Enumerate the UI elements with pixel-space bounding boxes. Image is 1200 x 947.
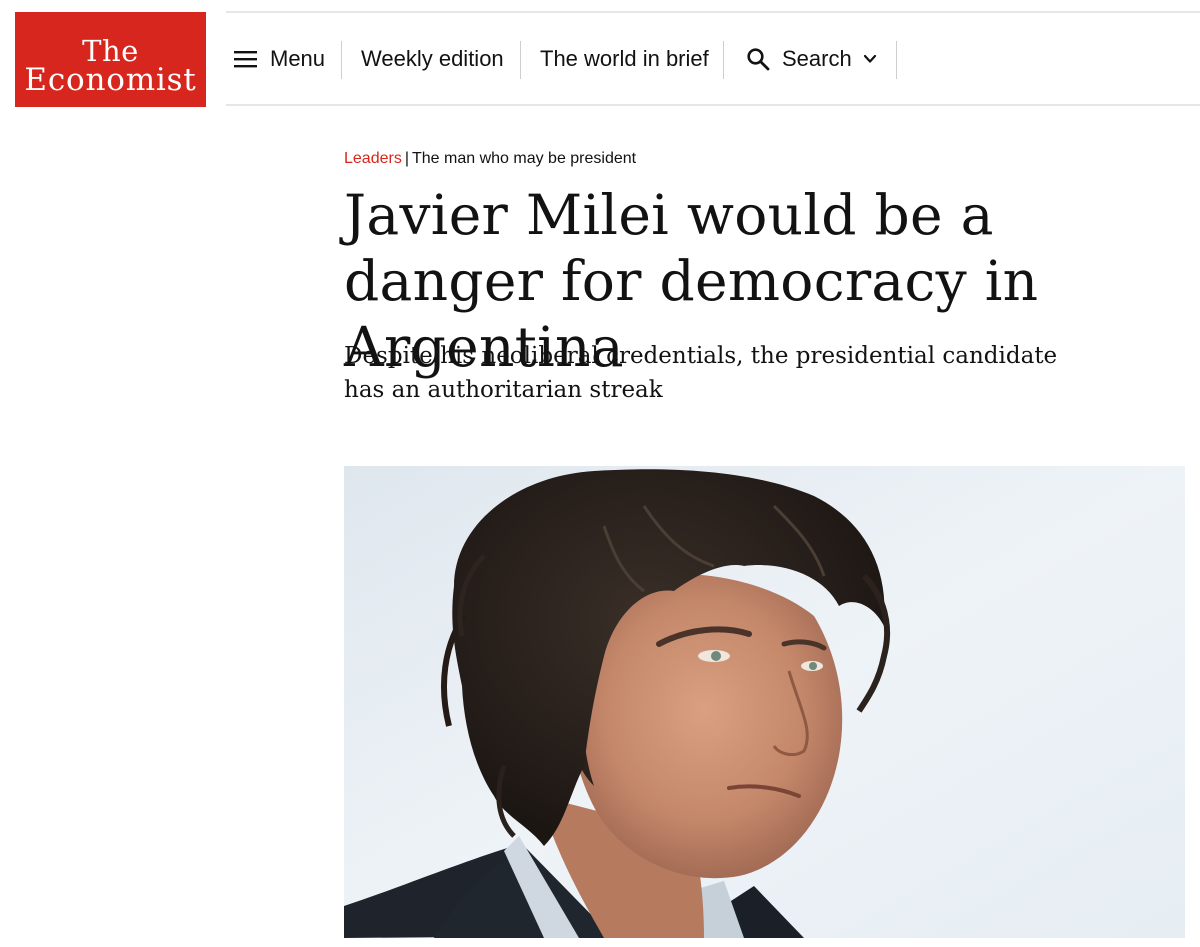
world-in-brief-link[interactable]: The world in brief xyxy=(540,13,709,104)
nav-divider xyxy=(723,41,724,79)
search-icon xyxy=(747,47,770,70)
chevron-down-icon xyxy=(863,54,876,63)
rubric-separator: | xyxy=(404,150,409,167)
article-rubric: Leaders | The man who may be president xyxy=(344,149,636,169)
nav-divider xyxy=(520,41,521,79)
article-standfirst: Despite his neoliberal credentials, the … xyxy=(344,343,1058,403)
top-navigation: Menu Weekly edition The world in brief S… xyxy=(226,11,1200,106)
nav-divider xyxy=(896,41,897,79)
nav-divider xyxy=(341,41,342,79)
economist-logo[interactable]: The Economist xyxy=(15,12,206,107)
weekly-edition-label: Weekly edition xyxy=(361,45,504,71)
search-button[interactable]: Search xyxy=(746,13,878,104)
hamburger-icon xyxy=(234,50,257,67)
portrait-photo xyxy=(344,466,1185,938)
menu-label: Menu xyxy=(270,45,326,71)
article-lead-photo xyxy=(344,466,1185,938)
fly-title: The man who may be president xyxy=(411,150,637,167)
search-label: Search xyxy=(782,45,852,71)
weekly-edition-link[interactable]: Weekly edition xyxy=(361,13,504,104)
logo-line-economist: Economist xyxy=(24,62,197,98)
menu-button[interactable]: Menu xyxy=(234,13,325,104)
world-in-brief-label: The world in brief xyxy=(540,45,709,71)
section-link[interactable]: Leaders xyxy=(344,150,402,167)
